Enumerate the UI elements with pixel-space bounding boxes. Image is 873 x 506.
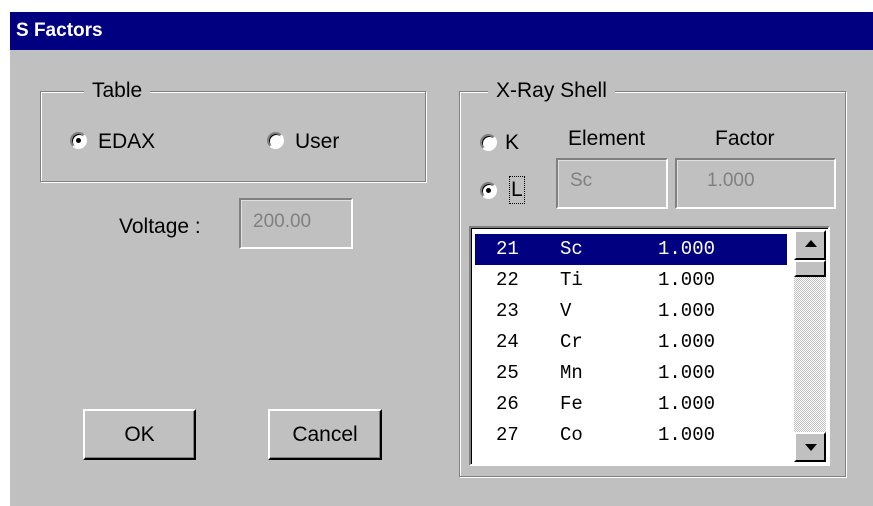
radio-edax-label[interactable]: EDAX	[98, 130, 155, 154]
radio-dot	[486, 188, 491, 193]
scroll-up-button[interactable]	[794, 230, 826, 260]
list-cell-factor: 1.000	[658, 300, 716, 322]
list-cell-factor: 1.000	[658, 238, 716, 260]
list-cell-factor: 1.000	[658, 362, 716, 384]
ok-button[interactable]: OK	[83, 409, 196, 460]
list-row[interactable]: 27 Co 1.000	[475, 420, 787, 451]
list-row[interactable]: 26 Fe 1.000	[475, 389, 787, 420]
element-field[interactable]: Sc	[556, 158, 668, 209]
list-cell-symbol: Ti	[560, 269, 583, 291]
list-row[interactable]: 21 Sc 1.000	[475, 234, 787, 265]
element-listbox[interactable]: 21 Sc 1.000 22 Ti 1.000 23 V 1.000 24 Cr 1.000 25 Mn 1…	[469, 226, 830, 466]
list-cell-symbol: V	[560, 300, 572, 322]
list-cell-z: 21	[496, 238, 519, 260]
list-cell-symbol: Sc	[560, 238, 583, 260]
arrow-down-icon	[805, 444, 817, 451]
scroll-thumb[interactable]	[794, 260, 826, 277]
radio-l-label[interactable]: L	[509, 176, 525, 204]
radio-k-circle[interactable]	[480, 134, 497, 151]
list-cell-z: 25	[496, 362, 519, 384]
radio-k-label[interactable]: K	[505, 131, 519, 155]
list-cell-z: 24	[496, 331, 519, 353]
list-cell-z: 23	[496, 300, 519, 322]
table-group-label: Table	[84, 79, 151, 103]
scroll-down-button[interactable]	[794, 432, 826, 462]
list-cell-z: 22	[496, 269, 519, 291]
factor-header: Factor	[715, 127, 775, 150]
list-cell-factor: 1.000	[658, 393, 716, 415]
list-cell-symbol: Cr	[560, 331, 583, 353]
element-header: Element	[568, 127, 646, 150]
list-cell-factor: 1.000	[658, 331, 716, 353]
list-cell-symbol: Fe	[560, 393, 583, 415]
list-scrollbar[interactable]	[794, 230, 826, 462]
s-factors-dialog: S Factors Table EDAX User Voltage : 200.…	[8, 10, 873, 506]
list-cell-symbol: Co	[560, 424, 583, 446]
list-cell-symbol: Mn	[560, 362, 583, 384]
list-cell-factor: 1.000	[658, 424, 716, 446]
arrow-up-icon	[805, 240, 817, 247]
list-row[interactable]: 23 V 1.000	[475, 296, 787, 327]
list-row[interactable]: 22 Ti 1.000	[475, 265, 787, 296]
radio-dot	[76, 138, 81, 143]
radio-l-circle[interactable]	[480, 182, 497, 199]
list-row[interactable]: 25 Mn 1.000	[475, 358, 787, 389]
radio-edax-circle[interactable]	[70, 132, 87, 149]
window-title: S Factors	[10, 12, 873, 50]
cancel-button[interactable]: Cancel	[268, 409, 382, 460]
list-cell-z: 27	[496, 424, 519, 446]
list-cell-factor: 1.000	[658, 269, 716, 291]
factor-field[interactable]: 1.000	[675, 158, 836, 209]
list-row[interactable]: 24 Cr 1.000	[475, 327, 787, 358]
radio-user-label[interactable]: User	[295, 130, 339, 154]
xray-shell-group-label: X-Ray Shell	[488, 79, 615, 103]
list-cell-z: 26	[496, 393, 519, 415]
voltage-field[interactable]: 200.00	[239, 198, 353, 249]
voltage-label: Voltage :	[119, 215, 201, 238]
radio-user-circle[interactable]	[267, 132, 284, 149]
